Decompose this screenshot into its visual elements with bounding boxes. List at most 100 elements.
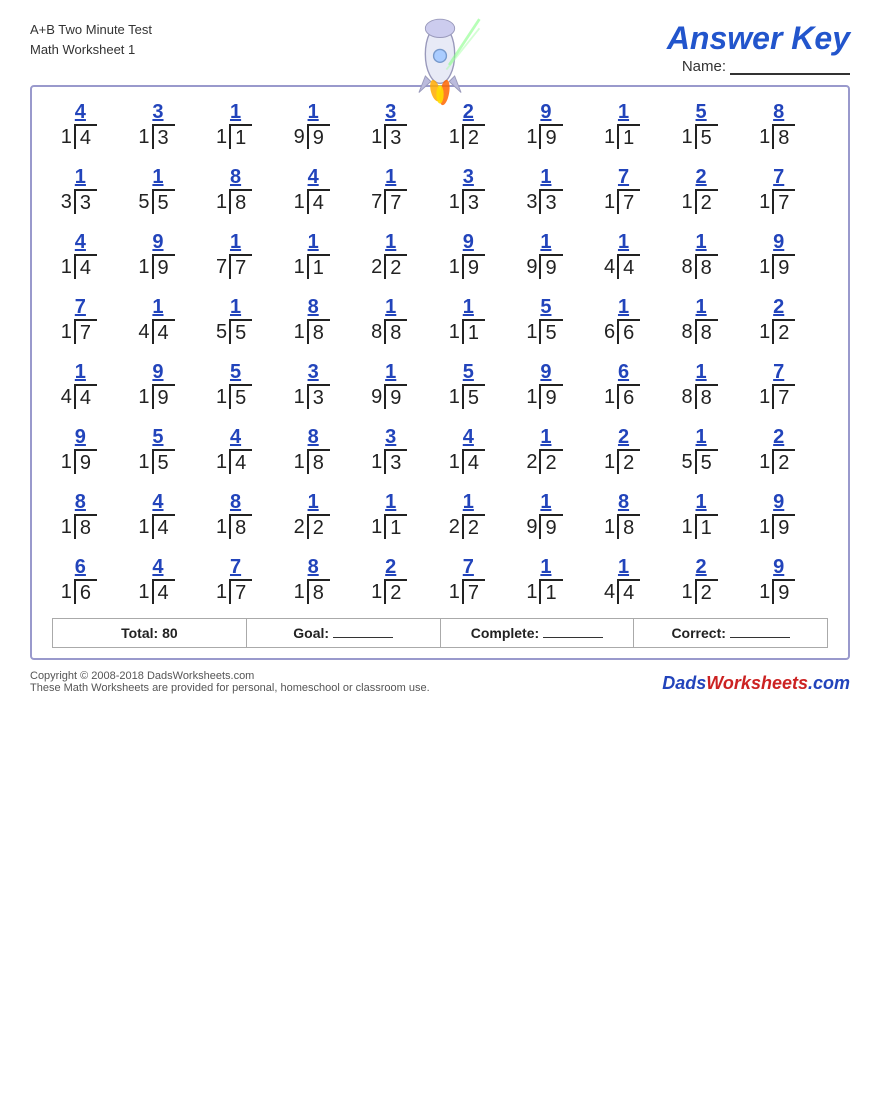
dividend: 8	[695, 254, 718, 279]
divisor: 5	[138, 192, 149, 212]
complete-cell: Complete:	[441, 619, 635, 647]
problem-6-1: 414	[138, 492, 198, 539]
problem-2-7: 144	[604, 232, 664, 279]
total-cell: Total: 80	[53, 619, 247, 647]
dividend: 5	[539, 319, 562, 344]
problem-1-2: 818	[216, 167, 276, 214]
goal-cell: Goal:	[247, 619, 441, 647]
divisor: 1	[138, 452, 149, 472]
divisor: 1	[138, 582, 149, 602]
problems-row-5: 919515414818313414122212155212	[52, 427, 828, 474]
problem-base: 17	[216, 579, 252, 604]
answer: 4	[449, 427, 474, 447]
dividend: 9	[539, 124, 562, 149]
problem-base: 77	[216, 254, 252, 279]
answer: 1	[216, 232, 241, 252]
problem-6-8: 111	[682, 492, 742, 539]
answer: 3	[371, 427, 396, 447]
answer: 3	[294, 362, 319, 382]
dads-logo: DadsWorksheets.com	[662, 673, 850, 694]
answer: 6	[61, 557, 86, 577]
correct-blank	[730, 637, 790, 638]
problem-base: 16	[604, 384, 640, 409]
problem-1-7: 717	[604, 167, 664, 214]
dividend: 4	[152, 514, 175, 539]
dividend: 2	[307, 514, 330, 539]
answer: 8	[294, 557, 319, 577]
dividend: 4	[152, 319, 175, 344]
divisor: 1	[449, 387, 460, 407]
divisor: 1	[682, 582, 693, 602]
dividend: 4	[617, 254, 640, 279]
answer: 1	[604, 557, 629, 577]
dividend: 3	[384, 449, 407, 474]
divisor: 1	[138, 257, 149, 277]
answer: 1	[526, 557, 551, 577]
problem-5-4: 313	[371, 427, 431, 474]
dividend: 5	[462, 384, 485, 409]
problem-base: 44	[604, 254, 640, 279]
dividend: 8	[74, 514, 97, 539]
problem-3-0: 717	[61, 297, 121, 344]
dividend: 8	[772, 124, 795, 149]
problem-base: 17	[604, 189, 640, 214]
divisor: 1	[604, 452, 615, 472]
problem-base: 11	[682, 514, 718, 539]
answer: 1	[61, 167, 86, 187]
problem-base: 12	[682, 189, 718, 214]
divisor: 1	[604, 192, 615, 212]
dividend: 8	[229, 189, 252, 214]
dividend: 2	[462, 124, 485, 149]
problem-base: 18	[216, 189, 252, 214]
divisor: 1	[682, 127, 693, 147]
divisor: 1	[759, 192, 770, 212]
problem-4-2: 515	[216, 362, 276, 409]
problem-0-0: 414	[61, 102, 121, 149]
divisor: 1	[604, 127, 615, 147]
dividend: 8	[307, 449, 330, 474]
problem-base: 14	[61, 254, 97, 279]
dividend: 8	[617, 514, 640, 539]
problem-4-5: 515	[449, 362, 509, 409]
problem-base: 14	[449, 449, 485, 474]
answer: 8	[216, 492, 241, 512]
problem-base: 13	[371, 124, 407, 149]
answer: 1	[138, 297, 163, 317]
divisor: 1	[371, 517, 382, 537]
header: A+B Two Minute Test Math Worksheet 1	[30, 20, 850, 75]
divisor: 1	[682, 192, 693, 212]
problem-base: 17	[61, 319, 97, 344]
dividend: 9	[462, 254, 485, 279]
dividend: 7	[229, 254, 252, 279]
complete-blank	[543, 637, 603, 638]
answer: 9	[138, 232, 163, 252]
problem-0-9: 818	[759, 102, 819, 149]
dividend: 4	[74, 254, 97, 279]
answer: 1	[216, 297, 241, 317]
problem-5-3: 818	[294, 427, 354, 474]
answer: 8	[294, 297, 319, 317]
divisor: 6	[604, 322, 615, 342]
answer: 2	[759, 297, 784, 317]
problem-base: 14	[138, 579, 174, 604]
problem-base: 11	[216, 124, 252, 149]
problem-base: 66	[604, 319, 640, 344]
problem-base: 99	[294, 124, 330, 149]
problem-base: 19	[759, 514, 795, 539]
problem-base: 19	[138, 384, 174, 409]
dividend: 8	[229, 514, 252, 539]
dividend: 2	[384, 579, 407, 604]
dividend: 2	[695, 189, 718, 214]
goal-blank	[333, 637, 393, 638]
dividend: 4	[462, 449, 485, 474]
answer: 1	[604, 102, 629, 122]
divisor: 7	[371, 192, 382, 212]
dividend: 1	[617, 124, 640, 149]
dividend: 6	[74, 579, 97, 604]
dividend: 3	[462, 189, 485, 214]
problem-3-3: 818	[294, 297, 354, 344]
divisor: 5	[682, 452, 693, 472]
problem-base: 14	[216, 449, 252, 474]
answer: 1	[682, 492, 707, 512]
dividend: 9	[74, 449, 97, 474]
